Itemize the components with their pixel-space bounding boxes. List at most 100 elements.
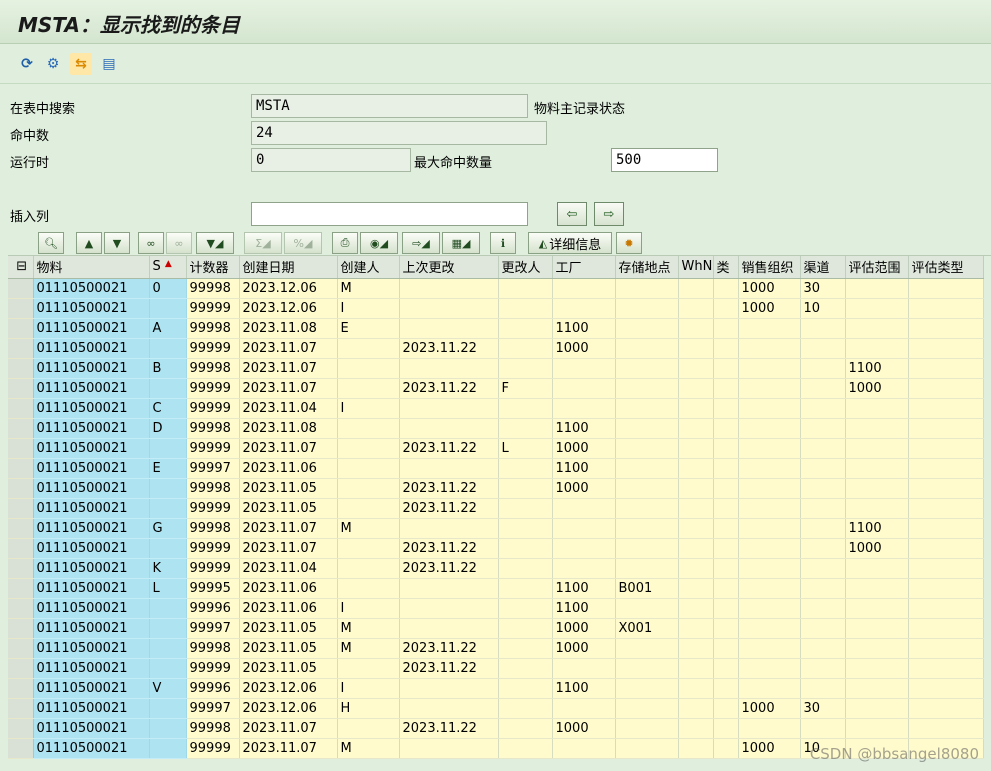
table-cell[interactable]	[908, 658, 984, 679]
table-cell[interactable]	[800, 638, 846, 659]
table-cell[interactable]	[908, 278, 984, 299]
table-cell[interactable]: 2023.11.04	[239, 398, 338, 419]
table-cell[interactable]: 2023.11.04	[239, 558, 338, 579]
table-cell[interactable]	[552, 398, 616, 419]
table-cell[interactable]: 2023.11.07	[239, 338, 338, 359]
views-button[interactable]: ◉◢	[360, 232, 398, 254]
table-cell[interactable]	[800, 398, 846, 419]
table-cell[interactable]	[678, 698, 714, 719]
table-cell[interactable]	[337, 438, 400, 459]
table-cell[interactable]	[552, 658, 616, 679]
table-cell[interactable]	[149, 638, 187, 659]
table-cell[interactable]: 2023.11.22	[399, 378, 499, 399]
table-cell[interactable]	[615, 338, 679, 359]
table-cell[interactable]	[678, 558, 714, 579]
column-header[interactable]: 物料	[33, 256, 150, 279]
table-cell[interactable]	[678, 678, 714, 699]
table-cell[interactable]	[498, 598, 553, 619]
row-selector[interactable]	[8, 338, 34, 359]
details-view-button[interactable]: 🔍︎	[38, 232, 64, 254]
table-cell[interactable]	[738, 678, 801, 699]
table-cell[interactable]	[149, 338, 187, 359]
table-cell[interactable]: 2023.11.05	[239, 498, 338, 519]
table-row[interactable]: 01110500021 0 99998 2023.12.06 M 1000 30	[8, 278, 984, 299]
table-cell[interactable]	[337, 338, 400, 359]
table-cell[interactable]	[738, 658, 801, 679]
table-cell[interactable]	[678, 538, 714, 559]
table-cell[interactable]: 01110500021	[33, 418, 150, 439]
table-cell[interactable]: 2023.11.07	[239, 438, 338, 459]
table-cell[interactable]	[800, 598, 846, 619]
table-cell[interactable]	[738, 538, 801, 559]
row-selector[interactable]	[8, 558, 34, 579]
table-cell[interactable]: 2023.11.22	[399, 538, 499, 559]
table-cell[interactable]	[845, 498, 909, 519]
table-cell[interactable]	[800, 338, 846, 359]
table-cell[interactable]	[498, 578, 553, 599]
row-selector[interactable]	[8, 298, 34, 319]
table-cell[interactable]: 2023.11.08	[239, 418, 338, 439]
table-cell[interactable]	[713, 298, 739, 319]
table-cell[interactable]	[713, 538, 739, 559]
table-cell[interactable]	[498, 678, 553, 699]
table-cell[interactable]	[149, 658, 187, 679]
table-cell[interactable]	[800, 578, 846, 599]
table-cell[interactable]	[908, 638, 984, 659]
table-cell[interactable]: M	[337, 618, 400, 639]
table-cell[interactable]: 01110500021	[33, 558, 150, 579]
table-cell[interactable]: 2023.11.07	[239, 738, 338, 759]
table-cell[interactable]: 01110500021	[33, 658, 150, 679]
table-cell[interactable]	[149, 718, 187, 739]
table-cell[interactable]	[845, 678, 909, 699]
table-cell[interactable]	[713, 598, 739, 619]
table-cell[interactable]: 1000	[552, 718, 616, 739]
table-cell[interactable]: M	[337, 278, 400, 299]
table-cell[interactable]	[908, 578, 984, 599]
table-cell[interactable]: V	[149, 678, 187, 699]
table-cell[interactable]	[149, 598, 187, 619]
table-cell[interactable]: 99997	[186, 618, 240, 639]
table-cell[interactable]	[337, 478, 400, 499]
row-selector[interactable]	[8, 538, 34, 559]
table-cell[interactable]	[337, 358, 400, 379]
table-cell[interactable]: 2023.12.06	[239, 678, 338, 699]
table-cell[interactable]: 99999	[186, 658, 240, 679]
table-cell[interactable]	[713, 278, 739, 299]
table-cell[interactable]: 99998	[186, 278, 240, 299]
table-cell[interactable]	[498, 638, 553, 659]
table-cell[interactable]: 1000	[738, 738, 801, 759]
table-cell[interactable]	[615, 298, 679, 319]
row-selector[interactable]	[8, 578, 34, 599]
row-selector[interactable]	[8, 698, 34, 719]
table-cell[interactable]: 99998	[186, 358, 240, 379]
table-cell[interactable]: I	[337, 298, 400, 319]
table-cell[interactable]	[738, 578, 801, 599]
table-cell[interactable]	[800, 378, 846, 399]
column-header[interactable]: 渠道	[800, 256, 846, 279]
table-cell[interactable]	[845, 598, 909, 619]
table-cell[interactable]	[149, 438, 187, 459]
table-cell[interactable]: 1000	[552, 338, 616, 359]
row-selector[interactable]	[8, 438, 34, 459]
refresh-icon[interactable]: ⟳	[16, 53, 38, 75]
table-cell[interactable]: 01110500021	[33, 638, 150, 659]
table-cell[interactable]	[552, 738, 616, 759]
table-cell[interactable]	[738, 598, 801, 619]
table-cell[interactable]	[337, 498, 400, 519]
table-cell[interactable]	[800, 438, 846, 459]
row-selector[interactable]	[8, 518, 34, 539]
sort-descending-button[interactable]: ▼	[104, 232, 130, 254]
table-cell[interactable]: 01110500021	[33, 618, 150, 639]
table-cell[interactable]	[713, 478, 739, 499]
table-cell[interactable]	[738, 518, 801, 539]
table-cell[interactable]: F	[498, 378, 553, 399]
table-cell[interactable]	[713, 318, 739, 339]
table-row[interactable]: 01110500021 99999 2023.11.07 2023.11.22 F 100…	[8, 378, 984, 399]
table-cell[interactable]	[845, 458, 909, 479]
row-selector[interactable]	[8, 658, 34, 679]
table-cell[interactable]	[552, 558, 616, 579]
table-cell[interactable]: 01110500021	[33, 678, 150, 699]
table-cell[interactable]	[615, 538, 679, 559]
table-cell[interactable]	[908, 438, 984, 459]
table-cell[interactable]: 2023.11.07	[239, 378, 338, 399]
